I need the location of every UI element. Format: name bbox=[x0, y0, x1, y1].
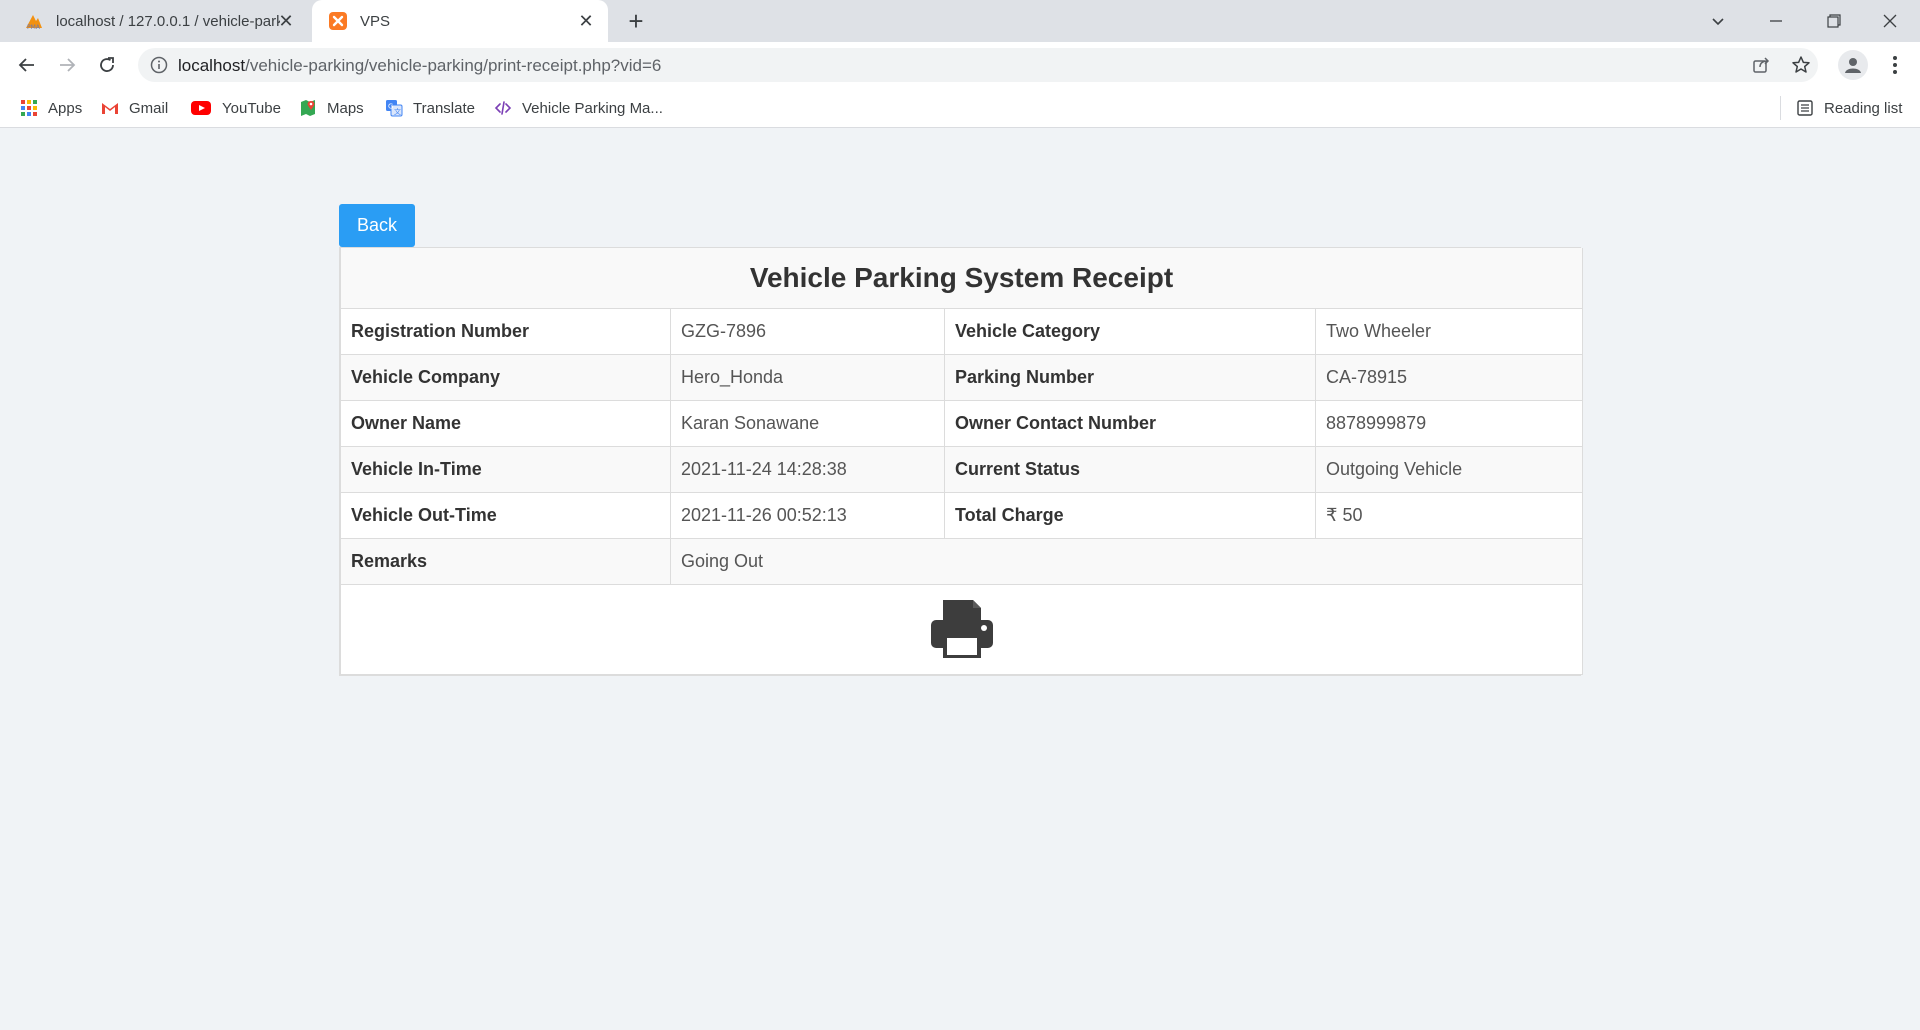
remarks-label: Remarks bbox=[340, 537, 671, 585]
bookmark-apps[interactable]: Apps bbox=[20, 96, 82, 120]
bookmark-label: YouTube bbox=[222, 99, 281, 117]
vehicle-category-label: Vehicle Category bbox=[944, 307, 1316, 355]
translate-icon: G 文 bbox=[386, 100, 403, 117]
registration-number-label: Registration Number bbox=[340, 307, 671, 355]
bookmark-star-icon[interactable] bbox=[1790, 54, 1812, 76]
maps-icon bbox=[301, 100, 315, 116]
current-status-value: Outgoing Vehicle bbox=[1315, 445, 1583, 493]
reload-icon[interactable] bbox=[92, 50, 122, 80]
table-row: Vehicle In-Time 2021-11-24 14:28:38 Curr… bbox=[340, 445, 1583, 493]
tab-strip: PMA localhost / 127.0.0.1 / vehicle-park… bbox=[0, 0, 1920, 42]
vehicle-category-value: Two Wheeler bbox=[1315, 307, 1583, 355]
tab-phpmyadmin[interactable]: PMA localhost / 127.0.0.1 / vehicle-park… bbox=[8, 0, 308, 42]
vehicle-in-time-value: 2021-11-24 14:28:38 bbox=[670, 445, 945, 493]
receipt-title: Vehicle Parking System Receipt bbox=[340, 248, 1583, 309]
parking-number-label: Parking Number bbox=[944, 353, 1316, 401]
share-icon[interactable] bbox=[1750, 54, 1772, 76]
back-button[interactable]: Back bbox=[339, 204, 415, 247]
xampp-icon bbox=[329, 12, 347, 30]
link-icon bbox=[494, 101, 512, 115]
bookmarks-divider bbox=[1780, 96, 1781, 120]
print-cell bbox=[340, 583, 1583, 675]
tab-vps[interactable]: VPS ✕ bbox=[312, 0, 608, 42]
print-row bbox=[340, 583, 1583, 675]
bookmark-translate[interactable]: G 文 Translate bbox=[385, 96, 475, 120]
svg-text:文: 文 bbox=[394, 107, 401, 116]
bookmark-maps[interactable]: Maps bbox=[299, 96, 364, 120]
minimize-icon[interactable] bbox=[1748, 0, 1804, 42]
bookmark-label: Vehicle Parking Ma... bbox=[522, 99, 663, 117]
bookmark-vehicle-parking[interactable]: Vehicle Parking Ma... bbox=[494, 96, 663, 120]
total-charge-label: Total Charge bbox=[944, 491, 1316, 539]
print-icon[interactable] bbox=[929, 598, 995, 660]
reading-list-icon bbox=[1797, 100, 1813, 116]
svg-text:G: G bbox=[388, 103, 393, 111]
vehicle-company-label: Vehicle Company bbox=[340, 353, 671, 401]
browser-toolbar: localhost/vehicle-parking/vehicle-parkin… bbox=[0, 42, 1920, 88]
site-info-icon[interactable] bbox=[150, 56, 168, 74]
table-row: Vehicle Out-Time 2021-11-26 00:52:13 Tot… bbox=[340, 491, 1583, 539]
vehicle-company-value: Hero_Honda bbox=[670, 353, 945, 401]
url-host: localhost bbox=[178, 56, 246, 75]
receipt-table-container: Vehicle Parking System Receipt Registrat… bbox=[339, 247, 1583, 676]
close-icon[interactable]: ✕ bbox=[576, 11, 596, 31]
profile-avatar-icon[interactable] bbox=[1838, 50, 1868, 80]
table-row: Remarks Going Out bbox=[340, 537, 1583, 585]
bookmark-label: Apps bbox=[48, 99, 83, 117]
remarks-value: Going Out bbox=[670, 537, 1583, 585]
owner-contact-label: Owner Contact Number bbox=[944, 399, 1316, 447]
svg-text:PMA: PMA bbox=[27, 24, 41, 31]
url-path: /vehicle-parking/vehicle-parking/print-r… bbox=[245, 56, 662, 75]
parking-number-value: CA-78915 bbox=[1315, 353, 1583, 401]
youtube-icon bbox=[191, 101, 211, 115]
table-row: Vehicle Company Hero_Honda Parking Numbe… bbox=[340, 353, 1583, 401]
current-status-label: Current Status bbox=[944, 445, 1316, 493]
bookmark-gmail[interactable]: Gmail bbox=[101, 96, 168, 120]
new-tab-button[interactable]: + bbox=[622, 7, 650, 35]
apps-grid-icon bbox=[21, 100, 37, 116]
registration-number-value: GZG-7896 bbox=[670, 307, 945, 355]
receipt-table: Vehicle Parking System Receipt Registrat… bbox=[340, 248, 1583, 675]
bookmark-label: Gmail bbox=[129, 99, 169, 117]
restore-icon[interactable] bbox=[1806, 0, 1862, 42]
vehicle-in-time-label: Vehicle In-Time bbox=[340, 445, 671, 493]
back-arrow-icon[interactable] bbox=[12, 50, 42, 80]
gmail-icon bbox=[102, 103, 118, 114]
close-icon[interactable]: ✕ bbox=[276, 11, 296, 31]
table-row: Registration Number GZG-7896 Vehicle Cat… bbox=[340, 307, 1583, 355]
vehicle-out-time-value: 2021-11-26 00:52:13 bbox=[670, 491, 945, 539]
tab-title: localhost / 127.0.0.1 / vehicle-parking bbox=[56, 12, 280, 30]
reading-list-label: Reading list bbox=[1824, 99, 1903, 117]
address-bar[interactable]: localhost/vehicle-parking/vehicle-parkin… bbox=[138, 48, 1818, 82]
owner-name-value: Karan Sonawane bbox=[670, 399, 945, 447]
tab-title: VPS bbox=[360, 12, 391, 30]
table-row: Owner Name Karan Sonawane Owner Contact … bbox=[340, 399, 1583, 447]
owner-contact-value: 8878999879 bbox=[1315, 399, 1583, 447]
tab-search-chevron-icon[interactable] bbox=[1690, 0, 1746, 42]
vehicle-out-time-label: Vehicle Out-Time bbox=[340, 491, 671, 539]
reading-list-button[interactable]: Reading list bbox=[1796, 96, 1902, 120]
receipt-title-row: Vehicle Parking System Receipt bbox=[340, 248, 1583, 309]
owner-name-label: Owner Name bbox=[340, 399, 671, 447]
bookmark-youtube[interactable]: YouTube bbox=[190, 96, 281, 120]
url-text: localhost/vehicle-parking/vehicle-parkin… bbox=[178, 56, 661, 76]
forward-arrow-icon[interactable] bbox=[52, 50, 82, 80]
bookmark-label: Maps bbox=[327, 99, 364, 117]
browser-menu-icon[interactable] bbox=[1880, 50, 1910, 80]
close-window-icon[interactable] bbox=[1862, 0, 1918, 42]
bookmarks-bar: Apps Gmail YouTube Maps G 文 Translate Ve… bbox=[0, 88, 1920, 128]
phpmyadmin-icon: PMA bbox=[26, 15, 42, 31]
bookmark-label: Translate bbox=[413, 99, 475, 117]
total-charge-value: ₹ 50 bbox=[1315, 491, 1583, 539]
